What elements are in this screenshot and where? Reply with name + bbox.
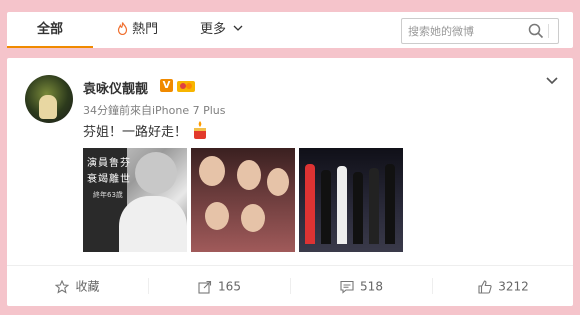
post-photo-1[interactable]: 演員鲁芬 衰竭離世 終年63歲 bbox=[83, 148, 187, 252]
tab-hot-label: 熱門 bbox=[132, 22, 159, 37]
photo-face bbox=[241, 204, 265, 232]
photo-face bbox=[267, 168, 289, 196]
photo-person bbox=[321, 170, 331, 244]
star-icon bbox=[55, 279, 70, 294]
chevron-down-icon bbox=[233, 25, 243, 31]
photo-face bbox=[237, 160, 261, 190]
photo-face bbox=[199, 156, 225, 186]
favorite-button[interactable]: 收藏 bbox=[7, 266, 148, 306]
comment-icon bbox=[340, 280, 354, 294]
post-username[interactable]: 袁咏仪靓靓 bbox=[83, 78, 148, 97]
tab-hot[interactable]: 熱門 bbox=[117, 12, 158, 48]
post-photo-2[interactable] bbox=[191, 148, 295, 252]
search-input[interactable] bbox=[408, 22, 526, 40]
photo-person bbox=[353, 172, 363, 244]
tab-all[interactable]: 全部 bbox=[7, 12, 93, 48]
post-photo-3[interactable] bbox=[299, 148, 403, 252]
favorite-label: 收藏 bbox=[75, 279, 100, 294]
post-text: 芬姐！一路好走！ bbox=[83, 125, 188, 140]
photo-caption-line1: 演員鲁芬 bbox=[87, 158, 131, 169]
photo-body bbox=[119, 196, 187, 252]
photo-caption-line2: 衰竭離世 bbox=[87, 174, 131, 185]
photo-person bbox=[337, 166, 347, 244]
repost-icon bbox=[198, 280, 212, 294]
photo-person bbox=[369, 168, 379, 244]
flame-icon bbox=[117, 22, 128, 36]
thumbs-up-icon bbox=[478, 279, 492, 294]
verified-badge: V bbox=[160, 79, 173, 92]
repost-count: 165 bbox=[218, 279, 241, 294]
search-box bbox=[401, 18, 559, 44]
comment-count: 518 bbox=[360, 279, 383, 294]
repost-button[interactable]: 165 bbox=[149, 266, 290, 306]
post-menu-chevron-icon[interactable] bbox=[546, 76, 558, 86]
photo-face bbox=[135, 152, 177, 194]
avatar[interactable] bbox=[25, 75, 73, 123]
candle-icon bbox=[194, 121, 206, 139]
comment-button[interactable]: 518 bbox=[291, 266, 432, 306]
tab-more-label: 更多 bbox=[200, 22, 227, 37]
search-divider bbox=[548, 24, 549, 38]
like-count: 3212 bbox=[498, 279, 529, 294]
search-icon[interactable] bbox=[528, 23, 544, 39]
post-card: 袁咏仪靓靓 V 34分鐘前來自iPhone 7 Plus 芬姐！一路好走！ 演員… bbox=[7, 58, 573, 306]
photo-person bbox=[305, 164, 315, 244]
photo-person bbox=[385, 164, 395, 244]
vip-crown-icon bbox=[177, 81, 195, 92]
photo-caption-line3: 終年63歲 bbox=[93, 191, 123, 199]
photo-face bbox=[205, 202, 229, 230]
post-meta: 34分鐘前來自iPhone 7 Plus bbox=[83, 104, 226, 117]
active-tab-indicator bbox=[7, 46, 93, 48]
tab-more[interactable]: 更多 bbox=[200, 12, 243, 48]
top-nav-bar: 全部 熱門 更多 bbox=[7, 12, 573, 48]
like-button[interactable]: 3212 bbox=[433, 266, 574, 306]
tab-all-label: 全部 bbox=[36, 22, 63, 37]
